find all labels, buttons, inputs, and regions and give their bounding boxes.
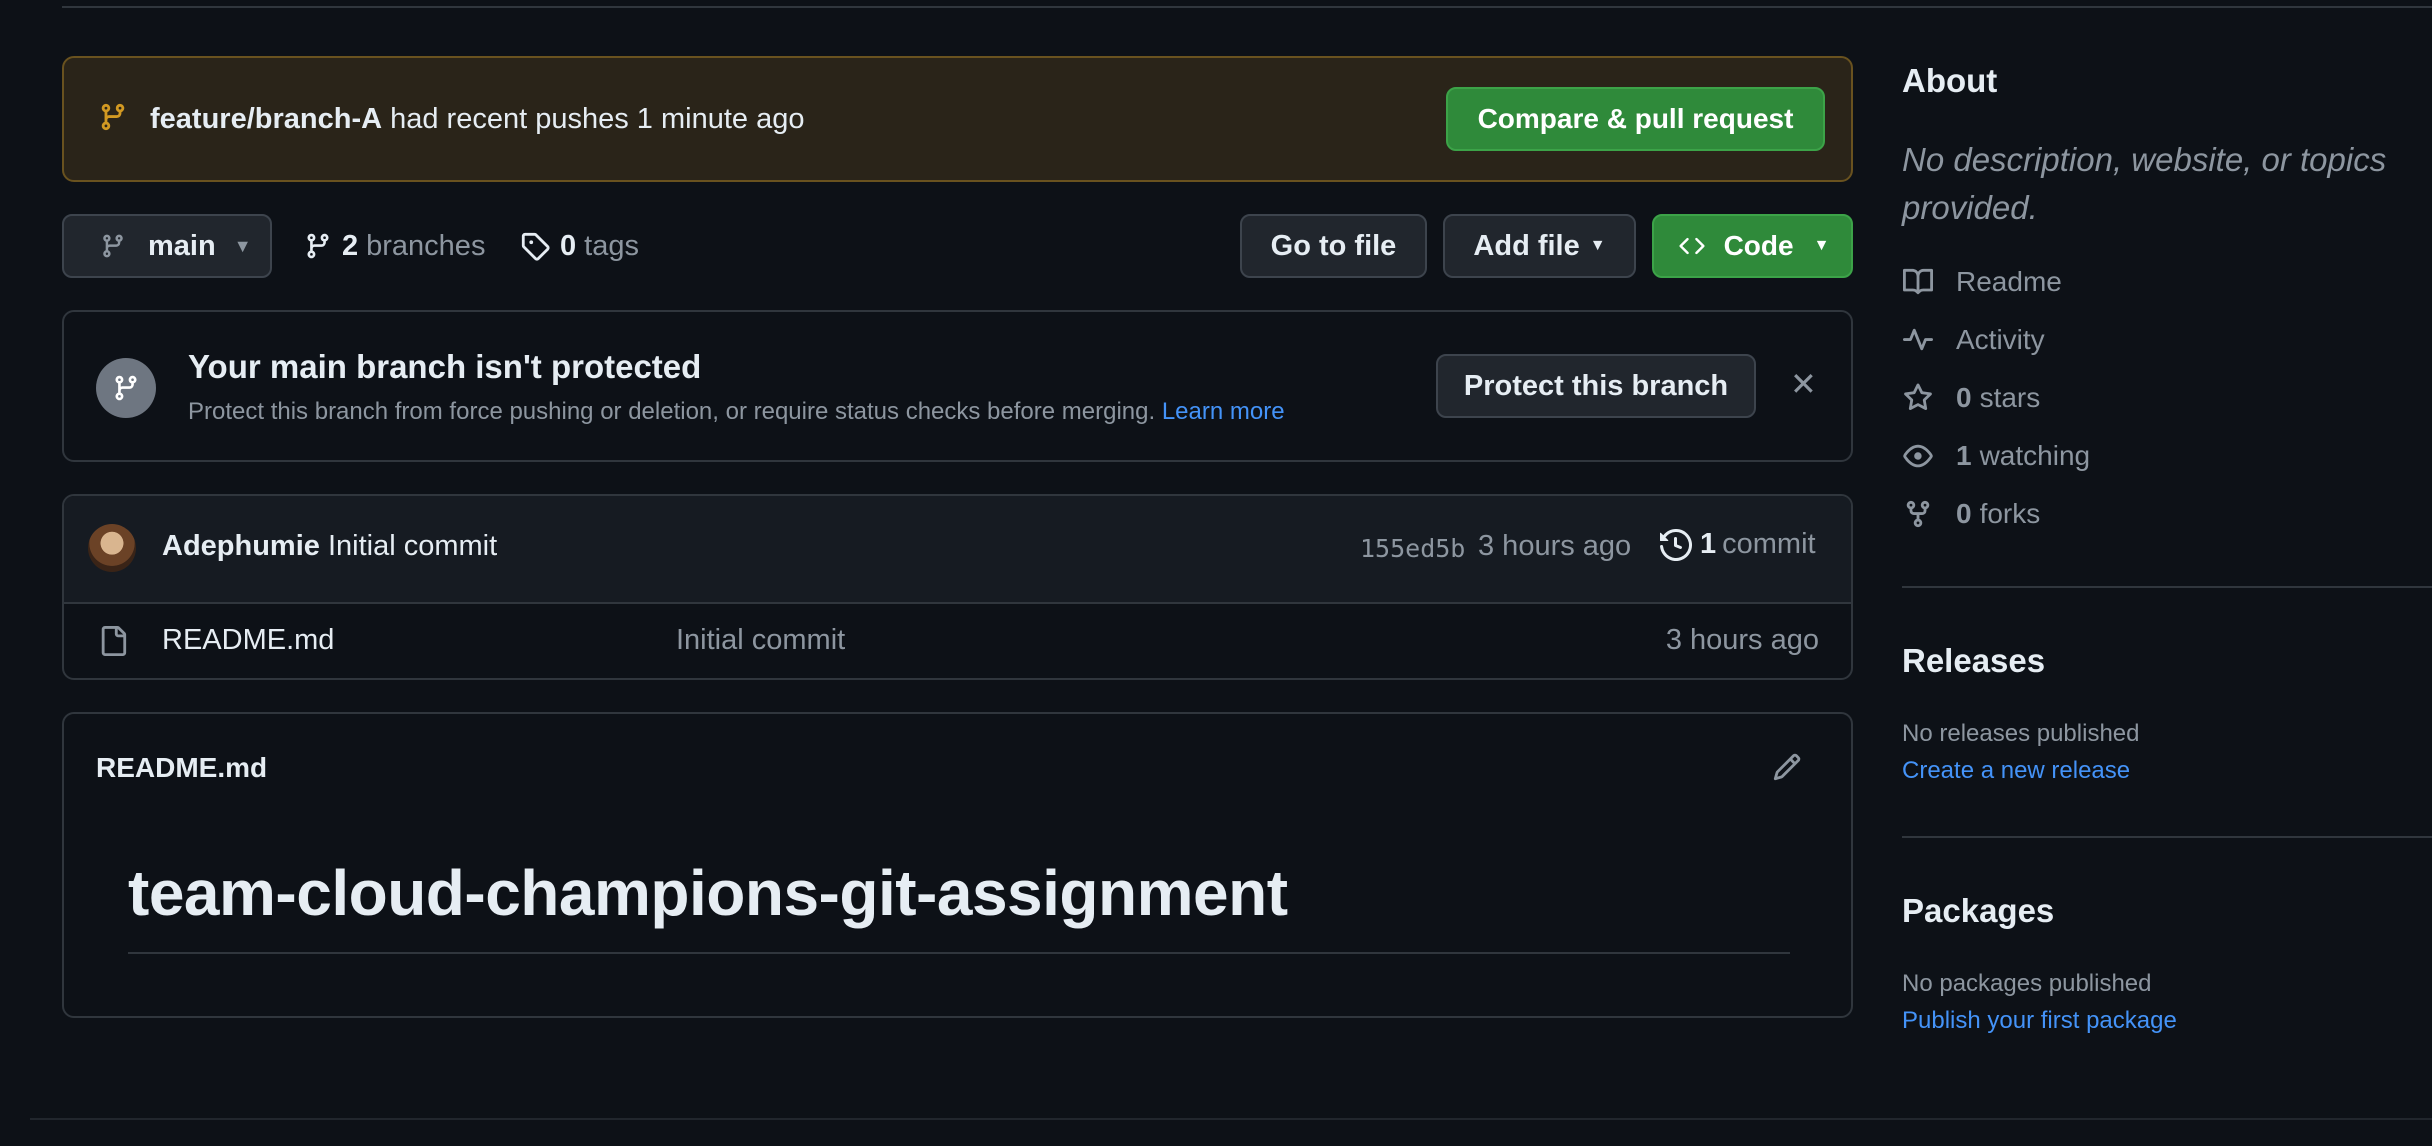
releases-empty: No releases published (1902, 720, 2140, 747)
file-icon (101, 626, 127, 656)
readme-link-label: Readme (1956, 266, 2062, 297)
branches-icon (307, 233, 329, 259)
push-message-text: had recent pushes 1 minute ago (390, 102, 805, 135)
add-file-label: Add file (1473, 229, 1580, 262)
forks-count: 0 (1956, 498, 1972, 529)
push-message: feature/branch-A had recent pushes 1 min… (150, 103, 804, 136)
git-branch-icon (103, 234, 123, 258)
commit-summary: Adephumie Initial commit (162, 530, 497, 563)
activity-label: Activity (1956, 324, 2045, 355)
branches-link[interactable]: 2 branches (304, 228, 485, 264)
branch-selector-button[interactable]: main ▼ (62, 214, 272, 278)
close-icon[interactable]: ✕ (1790, 368, 1817, 400)
commit-sha[interactable]: 155ed5b (1360, 534, 1465, 563)
commit-time: 3 hours ago (1478, 530, 1632, 562)
caret-down-icon: ▼ (1589, 237, 1606, 254)
caret-down-icon: ▼ (233, 235, 252, 256)
eye-icon (1903, 444, 1933, 468)
add-file-button[interactable]: Add file ▼ (1443, 214, 1636, 278)
file-commit-time: 3 hours ago (1665, 624, 1819, 656)
learn-more-link[interactable]: Learn more (1162, 398, 1285, 425)
go-to-file-button[interactable]: Go to file (1240, 214, 1427, 278)
sidebar-divider (1902, 586, 2432, 588)
pushed-branch-name[interactable]: feature/branch-A (150, 103, 382, 135)
recent-push-banner: feature/branch-A had recent pushes 1 min… (62, 56, 1853, 182)
protect-description: Protect this branch from force pushing o… (188, 398, 1285, 426)
forks-label: forks (1979, 498, 2041, 529)
current-branch-label: main (148, 229, 216, 262)
heading-divider (128, 952, 1790, 954)
pencil-icon[interactable] (1772, 752, 1802, 782)
commit-message[interactable]: Initial commit (328, 530, 497, 562)
code-icon (1678, 237, 1705, 255)
readme-filename: README.md (96, 752, 268, 783)
file-commit-message[interactable]: Initial commit (676, 624, 845, 657)
watching-link[interactable]: 1 watching (1902, 440, 2090, 472)
packages-empty: No packages published (1902, 970, 2152, 997)
readme-link[interactable]: Readme (1902, 266, 2062, 298)
protect-branch-button[interactable]: Protect this branch (1436, 354, 1756, 418)
tags-link[interactable]: 0 tags (520, 228, 639, 264)
caret-down-icon: ▼ (1813, 237, 1830, 254)
packages-title[interactable]: Packages (1902, 892, 2054, 930)
commit-author[interactable]: Adephumie (162, 530, 320, 562)
stars-label: stars (1979, 382, 2041, 413)
code-label: Code (1723, 230, 1794, 261)
create-release-link[interactable]: Create a new release (1902, 757, 2130, 785)
protect-description-text: Protect this branch from force pushing o… (188, 398, 1156, 425)
branches-count: 2 (342, 229, 359, 262)
commit-history-link[interactable]: 1 commit (1660, 528, 1816, 561)
tags-count: 0 (560, 229, 577, 262)
branch-icon (98, 101, 128, 138)
top-divider (62, 6, 2432, 8)
forks-link[interactable]: 0 forks (1902, 498, 2040, 530)
commit-label: commit (1722, 528, 1816, 560)
branches-label: branches (366, 229, 486, 262)
avatar[interactable] (88, 524, 136, 572)
star-icon (1904, 383, 1932, 411)
book-icon (1903, 268, 1934, 295)
fork-icon (1906, 500, 1930, 528)
publish-package-link[interactable]: Publish your first package (1902, 1007, 2177, 1035)
readme-heading: team-cloud-champions-git-assignment (128, 857, 1288, 929)
watching-count: 1 (1956, 440, 1972, 471)
file-table: Adephumie Initial commit 155ed5b 3 hours… (62, 494, 1853, 680)
activity-link[interactable]: Activity (1902, 324, 2045, 356)
about-title: About (1902, 62, 1998, 99)
about-description: No description, website, or topics provi… (1902, 141, 2387, 226)
table-row: README.md Initial commit 3 hours ago (64, 604, 1851, 678)
file-name[interactable]: README.md (162, 624, 334, 657)
history-icon (1660, 528, 1692, 561)
branch-protect-icon (96, 358, 156, 418)
code-button[interactable]: Code ▼ (1652, 214, 1853, 278)
compare-pull-request-button[interactable]: Compare & pull request (1446, 87, 1825, 151)
sidebar-divider (1902, 836, 2432, 838)
protect-title: Your main branch isn't protected (188, 348, 702, 385)
footer-divider (30, 1118, 2432, 1120)
stars-count: 0 (1956, 382, 1972, 413)
releases-title[interactable]: Releases (1902, 642, 2045, 680)
readme-panel: README.md team-cloud-champions-git-assig… (62, 712, 1853, 1018)
stars-link[interactable]: 0 stars (1902, 382, 2040, 414)
tags-label: tags (584, 229, 639, 262)
pulse-icon (1903, 328, 1933, 351)
latest-commit-row: Adephumie Initial commit 155ed5b 3 hours… (64, 496, 1851, 604)
tag-icon (521, 232, 550, 261)
watching-label: watching (1979, 440, 2091, 471)
commit-count: 1 (1700, 528, 1717, 560)
branch-protection-notice: Your main branch isn't protected Protect… (62, 310, 1853, 462)
